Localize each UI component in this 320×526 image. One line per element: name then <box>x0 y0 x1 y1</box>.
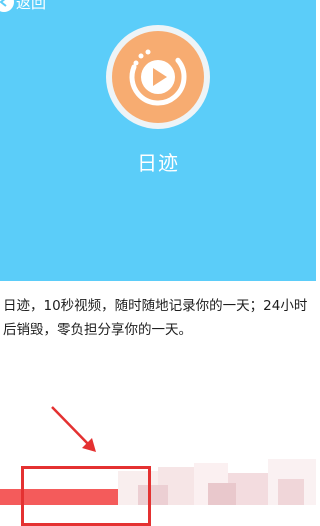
app-description: 日迹，10秒视频，随时随地记录你的一天；24小时后销毁，零负担分享你的一天。 <box>3 298 308 338</box>
back-button[interactable]: 返回 <box>0 0 46 14</box>
annotation-highlight-box <box>21 466 151 526</box>
annotation-arrow-icon <box>51 406 96 452</box>
video-play-icon <box>112 31 204 123</box>
back-arrow-icon <box>0 0 14 12</box>
back-label: 返回 <box>16 0 47 12</box>
app-logo <box>106 25 210 129</box>
app-header: 返回 日迹 <box>0 0 316 281</box>
app-name: 日迹 <box>137 151 179 175</box>
